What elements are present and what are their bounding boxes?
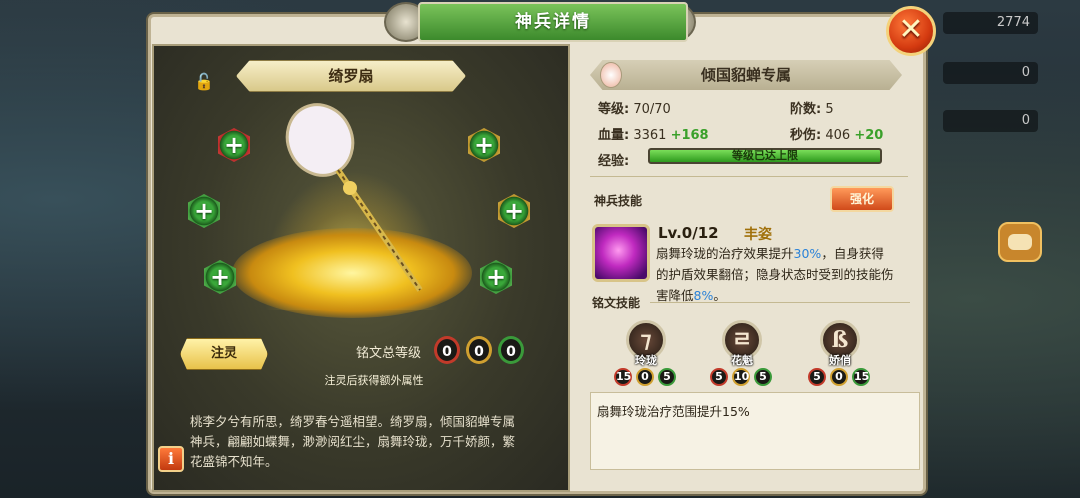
rune-section-label: 铭文技能 — [592, 296, 641, 310]
plus-icon: + — [503, 197, 525, 225]
close-button[interactable]: ✕ — [886, 6, 936, 56]
hp-value: 3361 — [633, 128, 667, 143]
dps-bonus: +20 — [854, 128, 884, 143]
enhance-button[interactable]: 强化 — [830, 186, 894, 212]
skill-section-label: 神兵技能 — [594, 194, 643, 208]
divider — [650, 302, 910, 303]
fan-weapon-image — [285, 103, 423, 292]
dps-label: 秒伤: — [790, 128, 822, 143]
rune-slot-3-count-green: 15 — [852, 368, 870, 386]
skill-level: Lv.0/12 — [658, 224, 719, 242]
level-value: 70/70 — [633, 102, 671, 117]
level-label: 等级: — [598, 102, 630, 117]
info-button[interactable]: i — [158, 446, 184, 472]
skill-desc-part: 。 — [713, 288, 726, 303]
rune-slot-1-name: 玲珑 — [635, 354, 657, 367]
plus-icon: + — [209, 263, 231, 291]
skill-icon[interactable] — [592, 224, 650, 282]
rune-description: 扇舞玲珑治疗范围提升15% — [590, 392, 920, 470]
skill-desc-part: 扇舞玲珑的治疗效果提升 — [656, 246, 794, 261]
hud-stat-2: 0 — [943, 62, 1038, 84]
rune-slot-3-name: 娇俏 — [829, 354, 851, 367]
hud-stat-3: 0 — [943, 110, 1038, 132]
page-title: 神兵详情 — [418, 2, 688, 42]
rune-slot-2-count-gold: 10 — [732, 368, 750, 386]
rune-total-red: 0 — [434, 336, 460, 364]
weapon-name: 绮罗扇 — [236, 60, 466, 92]
plus-icon: + — [485, 263, 507, 291]
rune-slot-1-count-green: 5 — [658, 368, 676, 386]
plus-icon: + — [473, 131, 495, 159]
skill-name: 丰姿 — [744, 227, 772, 243]
rank-label: 阶数: — [790, 102, 822, 117]
rune-slot-2-count-red: 5 — [710, 368, 728, 386]
exp-stat: 经验: — [598, 150, 629, 169]
inject-hint: 注灵后获得额外属性 — [324, 374, 424, 387]
rune-slot-1-count-red: 15 — [614, 368, 632, 386]
weapon-description: 桃李夕兮有所思，绮罗春兮遥相望。绮罗扇，倾国貂蝉专属神兵，翩翩如蝶舞，渺渺阅红尘… — [190, 414, 516, 469]
rune-slot-2-count-green: 5 — [754, 368, 772, 386]
owner-banner: 倾国貂蝉专属 — [590, 60, 902, 90]
exp-label: 经验: — [598, 154, 630, 169]
rune-slot-3-count-gold: 0 — [830, 368, 848, 386]
hp-label: 血量: — [598, 128, 630, 143]
divider — [590, 176, 908, 177]
rank-stat: 阶数: 5 — [790, 98, 834, 117]
rune-total-gold: 0 — [466, 336, 492, 364]
hud-stat-1: 2774 — [943, 12, 1038, 34]
dps-stat: 秒伤: 406 +20 — [790, 124, 883, 143]
chat-icon[interactable] — [998, 222, 1042, 262]
plus-icon: + — [193, 197, 215, 225]
rune-total-green: 0 — [498, 336, 524, 364]
plus-icon: + — [223, 131, 245, 159]
close-x-icon: ✕ — [898, 12, 924, 47]
unlock-icon[interactable]: 🔓 — [194, 72, 214, 91]
hp-bonus: +168 — [670, 128, 709, 143]
rune-total-label: 铭文总等级 — [356, 346, 422, 361]
info-icon: i — [167, 449, 175, 468]
rune-slot-2-name: 花魁 — [731, 354, 753, 367]
level-stat: 等级: 70/70 — [598, 98, 671, 117]
rune-slot-1-count-gold: 0 — [636, 368, 654, 386]
rune-slot-3-count-red: 5 — [808, 368, 826, 386]
skill-desc-highlight: 30% — [793, 246, 822, 261]
rank-value: 5 — [825, 102, 834, 117]
inject-button[interactable]: 注灵 — [180, 338, 268, 370]
exp-bar: 等级已达上限 — [648, 148, 882, 164]
skill-description: 扇舞玲珑的治疗效果提升30%，自身获得的护盾效果翻倍；隐身状态时受到的技能伤害降… — [656, 243, 896, 306]
owner-hand-icon — [600, 62, 622, 88]
dps-value: 406 — [825, 128, 851, 143]
hp-stat: 血量: 3361 +168 — [598, 124, 709, 143]
skill-desc-highlight: 8% — [693, 288, 714, 303]
